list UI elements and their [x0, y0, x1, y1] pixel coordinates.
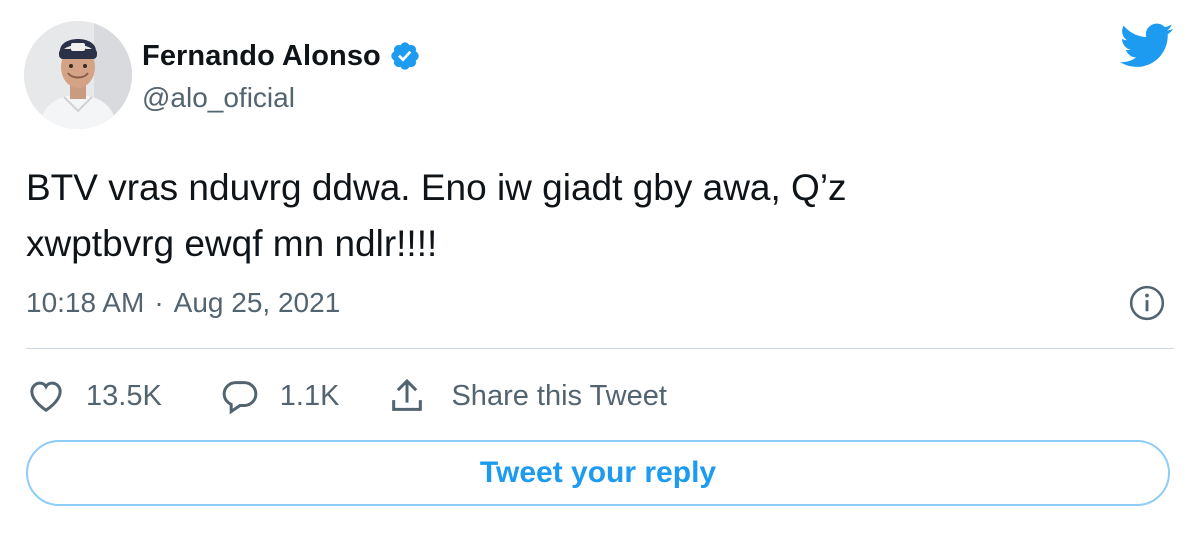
- share-button[interactable]: Share this Tweet: [387, 376, 667, 416]
- author-display-name[interactable]: Fernando Alonso: [142, 40, 381, 73]
- profile-avatar[interactable]: [24, 21, 132, 129]
- speech-bubble-icon: [220, 376, 260, 416]
- tweet-text-line-2: xwptbvrg ewqf mn ndlr!!!!: [26, 223, 438, 264]
- meta-separator: ·: [154, 287, 164, 318]
- author-name-row: Fernando Alonso: [142, 36, 421, 76]
- heart-icon: [26, 376, 66, 416]
- share-upload-icon: [387, 376, 427, 416]
- author-handle[interactable]: @alo_oficial: [142, 82, 295, 114]
- divider: [26, 348, 1174, 349]
- info-icon[interactable]: [1128, 284, 1166, 322]
- tweet-date: Aug 25, 2021: [173, 287, 341, 318]
- tweet-text-line-1: BTV vras nduvrg ddwa. Eno iw giadt gby a…: [26, 167, 847, 208]
- avatar-image: [24, 21, 132, 129]
- like-count: 13.5K: [86, 379, 162, 412]
- reply-count: 1.1K: [279, 379, 340, 412]
- verified-badge-icon: [389, 40, 421, 72]
- tweet-time: 10:18 AM: [26, 287, 145, 318]
- tweet-actions: 13.5K 1.1K Share this Tweet: [26, 374, 667, 418]
- tweet-card: Fernando Alonso @alo_oficial BTV vras nd…: [0, 0, 1200, 537]
- share-label: Share this Tweet: [451, 379, 667, 412]
- twitter-bird-icon[interactable]: [1120, 22, 1174, 70]
- tweet-your-reply-button[interactable]: Tweet your reply: [26, 440, 1170, 506]
- like-button[interactable]: 13.5K: [26, 376, 162, 416]
- reply-button[interactable]: 1.1K: [220, 376, 340, 416]
- tweet-text: BTV vras nduvrg ddwa. Eno iw giadt gby a…: [26, 160, 1146, 272]
- tweet-timestamp[interactable]: 10:18 AM · Aug 25, 2021: [26, 283, 340, 323]
